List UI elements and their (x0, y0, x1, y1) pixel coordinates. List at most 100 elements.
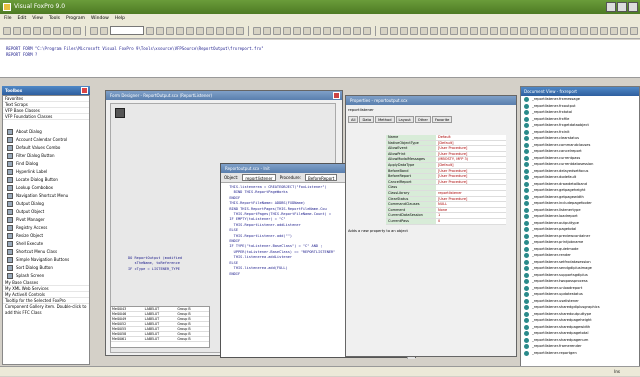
tab-other[interactable]: Other (414, 116, 431, 123)
toolbox-item[interactable]: Shortcut Menu Class (3, 248, 89, 256)
toolbar-button-icon[interactable] (420, 26, 428, 35)
toolbox-item[interactable]: Locate Dialog Button (3, 176, 89, 184)
properties-object[interactable]: reportlistener (346, 105, 516, 114)
menu-item-help[interactable]: Help (115, 14, 125, 23)
procedure-select[interactable]: BeforeReport (305, 174, 338, 181)
toolbar-button-icon[interactable] (283, 26, 291, 35)
tab-method[interactable]: Method (375, 116, 395, 123)
maximize-button[interactable] (617, 2, 627, 12)
toolbar-button-icon[interactable] (390, 26, 398, 35)
toolbar-button-icon[interactable] (610, 26, 618, 35)
toolbar-button-icon[interactable] (410, 26, 418, 35)
toolbox-item[interactable]: Resize Object (3, 232, 89, 240)
toolbar-button-icon[interactable] (333, 26, 341, 35)
toolbar-button-icon[interactable] (450, 26, 458, 35)
toolbar-button-icon[interactable] (430, 26, 438, 35)
toolbar-button-icon[interactable] (263, 26, 271, 35)
toolbar-button-icon[interactable] (460, 26, 468, 35)
toolbar-button-icon[interactable] (43, 26, 51, 35)
tab-all[interactable]: All (348, 116, 359, 123)
toolbar-button-icon[interactable] (176, 26, 184, 35)
toolbar-button-icon[interactable] (480, 26, 488, 35)
toolbar-button-icon[interactable] (580, 26, 588, 35)
toolbar-button-icon[interactable] (343, 26, 351, 35)
document-view-item[interactable]: _reportlistener.reportgen (521, 350, 639, 357)
toolbar-button-icon[interactable] (540, 26, 548, 35)
toolbar-button-icon[interactable] (293, 26, 301, 35)
toolbar-button-icon[interactable] (303, 26, 311, 35)
toolbox-item[interactable]: Output Object (3, 208, 89, 216)
table-row[interactable]: Mel0061 LABEL0T Group B (111, 337, 209, 342)
toolbar-button-icon[interactable] (400, 26, 408, 35)
toolbox-item[interactable]: Account Calendar Control (3, 136, 89, 144)
toolbar-button-icon[interactable] (363, 26, 371, 35)
toolbar-button-icon[interactable] (236, 26, 244, 35)
toolbar-button-icon[interactable] (520, 26, 528, 35)
menu-item-tools[interactable]: Tools (49, 14, 60, 23)
toolbar-button-icon[interactable] (146, 26, 154, 35)
toolbar-button-icon[interactable] (186, 26, 194, 35)
toolbox-item[interactable]: Default Values Combo (3, 144, 89, 152)
menu-item-edit[interactable]: Edit (18, 14, 27, 23)
toolbar-button-icon[interactable] (53, 26, 61, 35)
toolbar-button-icon[interactable] (156, 26, 164, 35)
toolbar-button-icon[interactable] (90, 26, 98, 35)
toolbar-button-icon[interactable] (620, 26, 628, 35)
toolbar-combo[interactable] (110, 26, 144, 35)
toolbar-button-icon[interactable] (3, 26, 11, 35)
tab-data[interactable]: Data (359, 116, 375, 123)
toolbar-button-icon[interactable] (440, 26, 448, 35)
menu-item-window[interactable]: Window (91, 14, 109, 23)
toolbox-item[interactable]: Simple Navigation Buttons (3, 256, 89, 264)
toolbox-item[interactable]: About Dialog (3, 128, 89, 136)
minimize-button[interactable] (606, 2, 616, 12)
toolbar-button-icon[interactable] (550, 26, 558, 35)
toolbox-item[interactable]: Output Dialog (3, 200, 89, 208)
toolbox-item[interactable]: Shell Execute (3, 240, 89, 248)
tab-layout[interactable]: Layout (395, 116, 414, 123)
form-object-icon[interactable] (115, 108, 125, 118)
toolbar-button-icon[interactable] (63, 26, 71, 35)
form-close-icon[interactable] (333, 92, 340, 99)
toolbox-item[interactable]: Sort Dialog Button (3, 264, 89, 272)
toolbar-button-icon[interactable] (196, 26, 204, 35)
close-button[interactable] (628, 2, 638, 12)
toolbox-item[interactable]: Registry Access (3, 224, 89, 232)
toolbar-button-icon[interactable] (570, 26, 578, 35)
toolbar-button-icon[interactable] (600, 26, 608, 35)
toolbox-item[interactable]: Navigation Shortcut Menu (3, 192, 89, 200)
menu-item-view[interactable]: View (32, 14, 43, 23)
toolbar-button-icon[interactable] (380, 26, 388, 35)
toolbar-button-icon[interactable] (470, 26, 478, 35)
toolbox-item[interactable]: Splash Screen (3, 272, 89, 280)
command-window[interactable]: REPORT FORM "C:\Program Files\Microsoft … (0, 40, 640, 78)
toolbar-button-icon[interactable] (560, 26, 568, 35)
toolbar-button-icon[interactable] (530, 26, 538, 35)
toolbar-button-icon[interactable] (313, 26, 321, 35)
toolbar-button-icon[interactable] (33, 26, 41, 35)
toolbar-button-icon[interactable] (73, 26, 81, 35)
toolbar-button-icon[interactable] (13, 26, 21, 35)
toolbar-button-icon[interactable] (590, 26, 598, 35)
toolbar-button-icon[interactable] (510, 26, 518, 35)
toolbar-button-icon[interactable] (226, 26, 234, 35)
toolbar-button-icon[interactable] (490, 26, 498, 35)
toolbar-button-icon[interactable] (23, 26, 31, 35)
toolbar-button-icon[interactable] (100, 26, 108, 35)
toolbar-button-icon[interactable] (166, 26, 174, 35)
toolbox-footer-item[interactable]: Tooltip for the Selected FoxPro Componen… (3, 298, 89, 315)
toolbar-button-icon[interactable] (273, 26, 281, 35)
toolbox-item[interactable]: Pivot Manager (3, 216, 89, 224)
toolbox-item[interactable]: Filter Dialog Button (3, 152, 89, 160)
tab-favorite[interactable]: Favorite (431, 116, 453, 123)
toolbar-button-icon[interactable] (500, 26, 508, 35)
data-grid[interactable]: Mel0043 LABEL0T Group B Mel0046 LABEL0T Group… (110, 306, 210, 348)
toolbar-button-icon[interactable] (216, 26, 224, 35)
toolbox-item[interactable]: Hyperlink Label (3, 168, 89, 176)
object-select[interactable]: reportlistener (242, 174, 276, 181)
close-icon[interactable] (81, 87, 88, 94)
toolbox-item[interactable]: Lookup Combobox (3, 184, 89, 192)
toolbar-button-icon[interactable] (630, 26, 638, 35)
toolbox-item[interactable]: Find Dialog (3, 160, 89, 168)
toolbar-button-icon[interactable] (323, 26, 331, 35)
